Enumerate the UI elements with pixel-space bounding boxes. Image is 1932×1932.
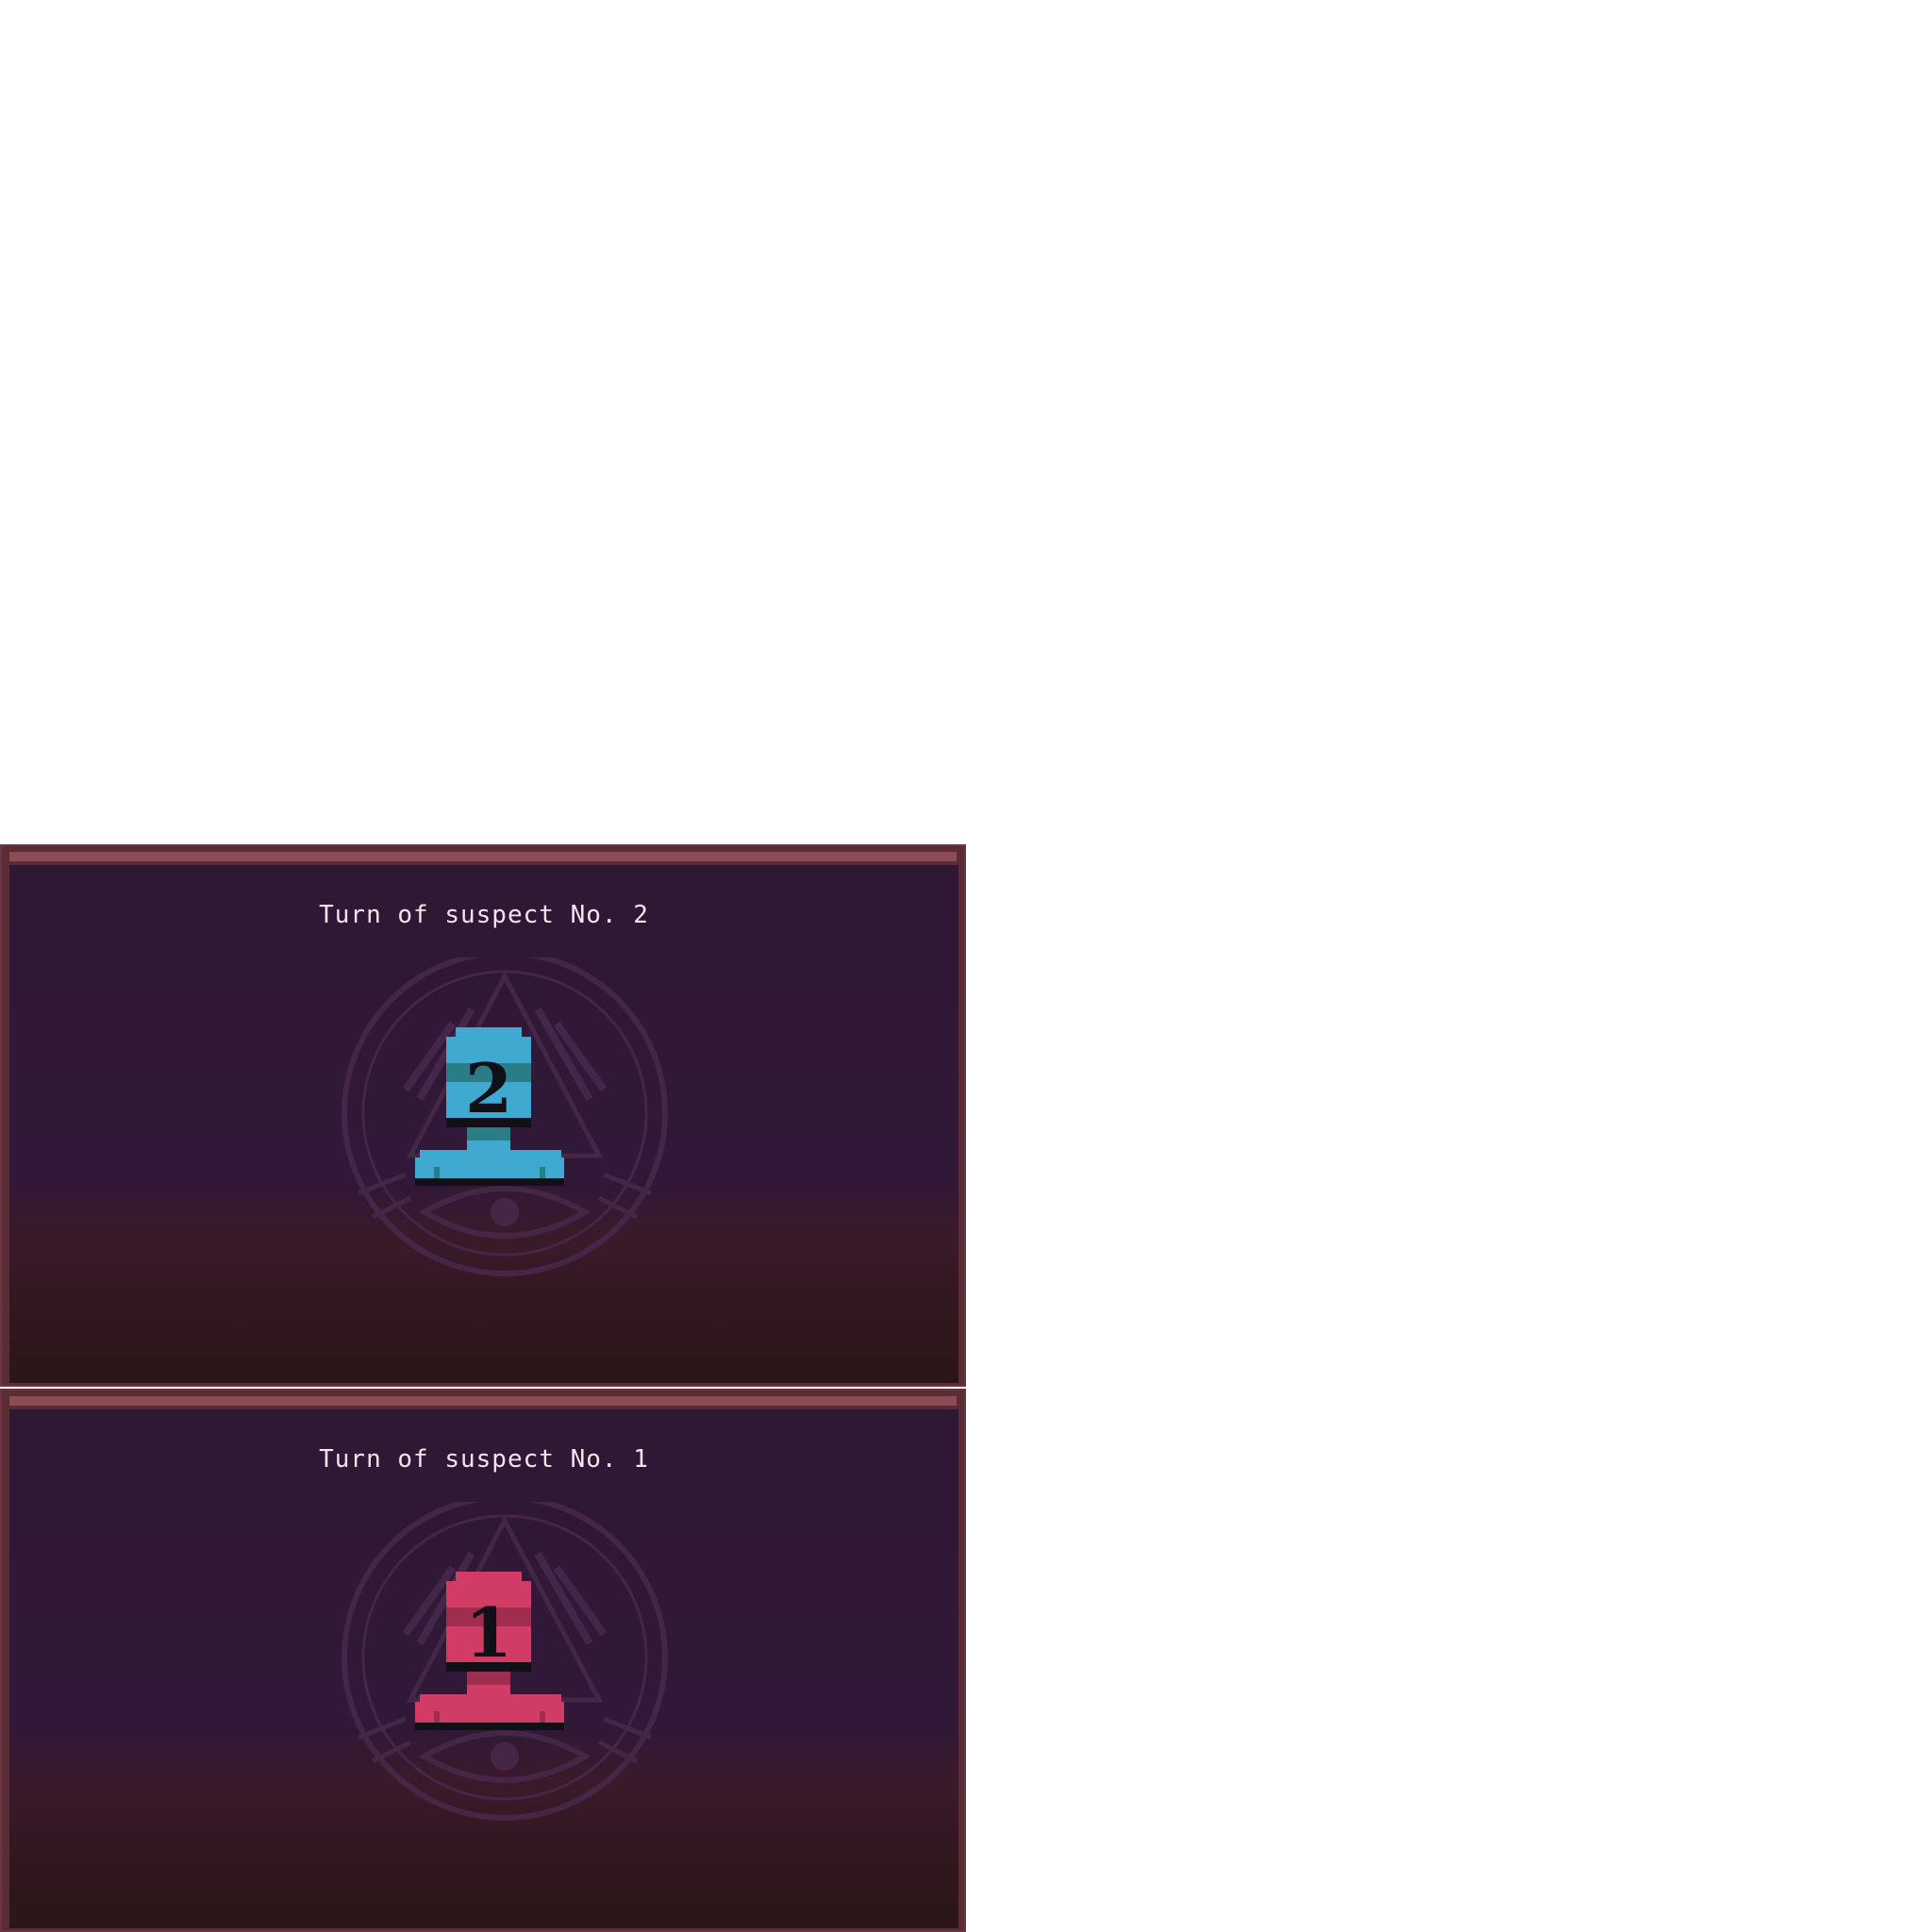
panel-header-bar	[9, 1396, 957, 1406]
game-screen: Turn of suspect No. 2 2 Turn of suspect …	[0, 0, 1932, 1932]
turn-panel-suspect-1: Turn of suspect No. 1 1	[0, 1389, 966, 1932]
panel-screen: Turn of suspect No. 2 2	[9, 865, 958, 1383]
suspect-number-label: 2	[465, 1048, 512, 1128]
suspect-bust-icon: 1	[415, 1572, 564, 1730]
panel-header-bar	[9, 852, 957, 861]
turn-announcement: Turn of suspect No. 2	[319, 901, 649, 929]
turn-announcement: Turn of suspect No. 1	[319, 1445, 649, 1474]
suspect-number-label: 1	[465, 1592, 512, 1673]
turn-panel-suspect-2: Turn of suspect No. 2 2	[0, 844, 966, 1387]
panel-screen: Turn of suspect No. 1 1	[9, 1409, 958, 1928]
suspect-bust-icon: 2	[415, 1027, 564, 1186]
